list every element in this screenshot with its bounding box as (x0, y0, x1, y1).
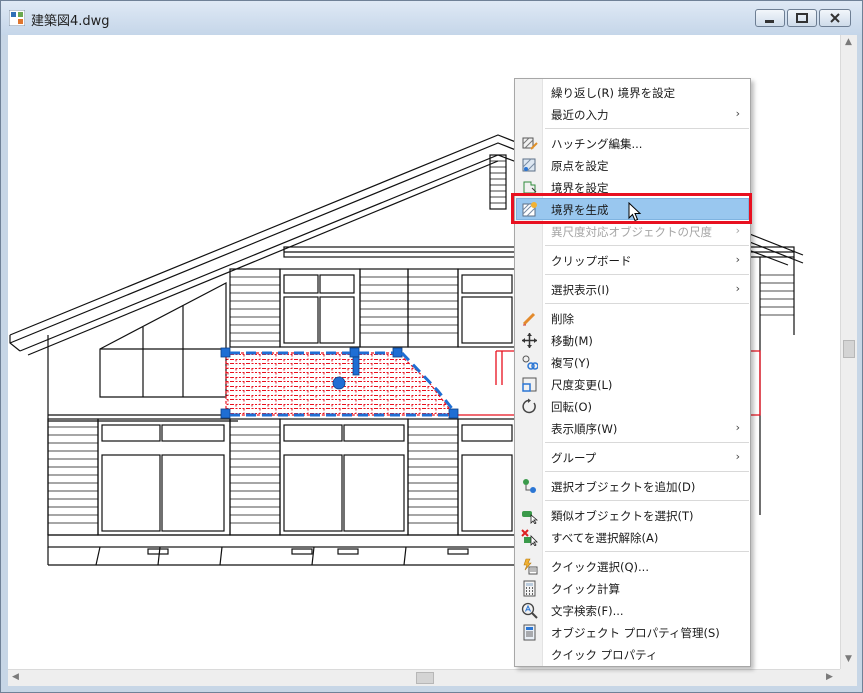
scroll-right-icon[interactable]: ▶ (826, 673, 833, 682)
context-menu: 繰り返し(R) 境界を設定 最近の入力 › ハッチング編集... 原点を設定 境… (514, 78, 751, 667)
menu-separator (545, 245, 749, 246)
menu-item-move[interactable]: 移動(M) (516, 329, 749, 351)
autocad-drawing-icon (9, 10, 25, 26)
title-bar[interactable]: 建築図4.dwg (1, 1, 862, 35)
quick-calc-icon (523, 580, 536, 597)
menu-separator (545, 471, 749, 472)
rotate-icon (522, 398, 536, 414)
scale-icon (522, 377, 537, 392)
maximize-icon (796, 13, 808, 23)
scroll-left-icon[interactable]: ◀ (12, 673, 19, 682)
mouse-pointer-icon (628, 202, 642, 222)
menu-separator (545, 551, 749, 552)
menu-item-hatch-edit[interactable]: ハッチング編集... (516, 132, 749, 154)
close-icon (830, 13, 840, 23)
menu-item-select-similar[interactable]: 類似オブジェクトを選択(T) (516, 504, 749, 526)
copy-icon (522, 355, 538, 370)
horizontal-scroll-thumb[interactable] (416, 672, 434, 684)
minimize-icon (765, 20, 774, 23)
menu-item-properties[interactable]: オブジェクト プロパティ管理(S) (516, 621, 749, 643)
menu-item-rotate[interactable]: 回転(O) (516, 395, 749, 417)
window-title: 建築図4.dwg (31, 14, 110, 29)
properties-icon (523, 624, 536, 641)
menu-item-draw-order[interactable]: 表示順序(W) › (516, 417, 749, 439)
submenu-arrow-icon: › (735, 421, 740, 434)
menu-item-repeat-set-boundary[interactable]: 繰り返し(R) 境界を設定 (516, 81, 749, 103)
menu-item-erase[interactable]: 削除 (516, 307, 749, 329)
menu-item-quick-properties[interactable]: クイック プロパティ (516, 643, 749, 665)
quick-select-icon (523, 558, 538, 575)
maximize-button[interactable] (787, 9, 817, 27)
select-similar-icon (522, 511, 538, 524)
deselect-all-icon (521, 529, 538, 546)
vertical-scroll-thumb[interactable] (843, 340, 855, 358)
menu-item-quick-select[interactable]: クイック選択(Q)... (516, 555, 749, 577)
menu-item-clipboard[interactable]: クリップボード › (516, 249, 749, 271)
menu-separator (545, 303, 749, 304)
minimize-button[interactable] (755, 9, 785, 27)
menu-item-isolate[interactable]: 選択表示(I) › (516, 278, 749, 300)
submenu-arrow-icon: › (735, 450, 740, 463)
horizontal-scrollbar[interactable]: ◀ ▶ (8, 669, 840, 686)
close-button[interactable] (819, 9, 851, 27)
submenu-arrow-icon: › (735, 253, 740, 266)
menu-item-scale[interactable]: 尺度変更(L) (516, 373, 749, 395)
set-origin-icon (522, 158, 536, 172)
vertical-scrollbar[interactable]: ▲ ▼ (840, 35, 857, 669)
add-selected-icon (523, 479, 536, 493)
scroll-up-icon[interactable]: ▲ (845, 38, 852, 47)
scrollbar-corner (840, 669, 857, 686)
move-icon (522, 333, 537, 348)
hatch-edit-icon (522, 137, 538, 150)
menu-separator (545, 128, 749, 129)
erase-icon (522, 312, 536, 326)
menu-item-group[interactable]: グループ › (516, 446, 749, 468)
menu-item-copy[interactable]: 複写(Y) (516, 351, 749, 373)
menu-item-find-text[interactable]: 文字検索(F)... (516, 599, 749, 621)
submenu-arrow-icon: › (735, 107, 740, 120)
menu-item-recent-input[interactable]: 最近の入力 › (516, 103, 749, 125)
menu-separator (545, 274, 749, 275)
menu-item-quick-calc[interactable]: クイック計算 (516, 577, 749, 599)
menu-item-set-origin[interactable]: 原点を設定 (516, 154, 749, 176)
menu-separator (545, 500, 749, 501)
menu-item-deselect-all[interactable]: すべてを選択解除(A) (516, 526, 749, 548)
menu-item-add-selected[interactable]: 選択オブジェクトを追加(D) (516, 475, 749, 497)
menu-separator (545, 442, 749, 443)
find-text-icon (521, 602, 538, 619)
submenu-arrow-icon: › (735, 224, 740, 237)
submenu-arrow-icon: › (735, 282, 740, 295)
scroll-down-icon[interactable]: ▼ (845, 655, 852, 664)
